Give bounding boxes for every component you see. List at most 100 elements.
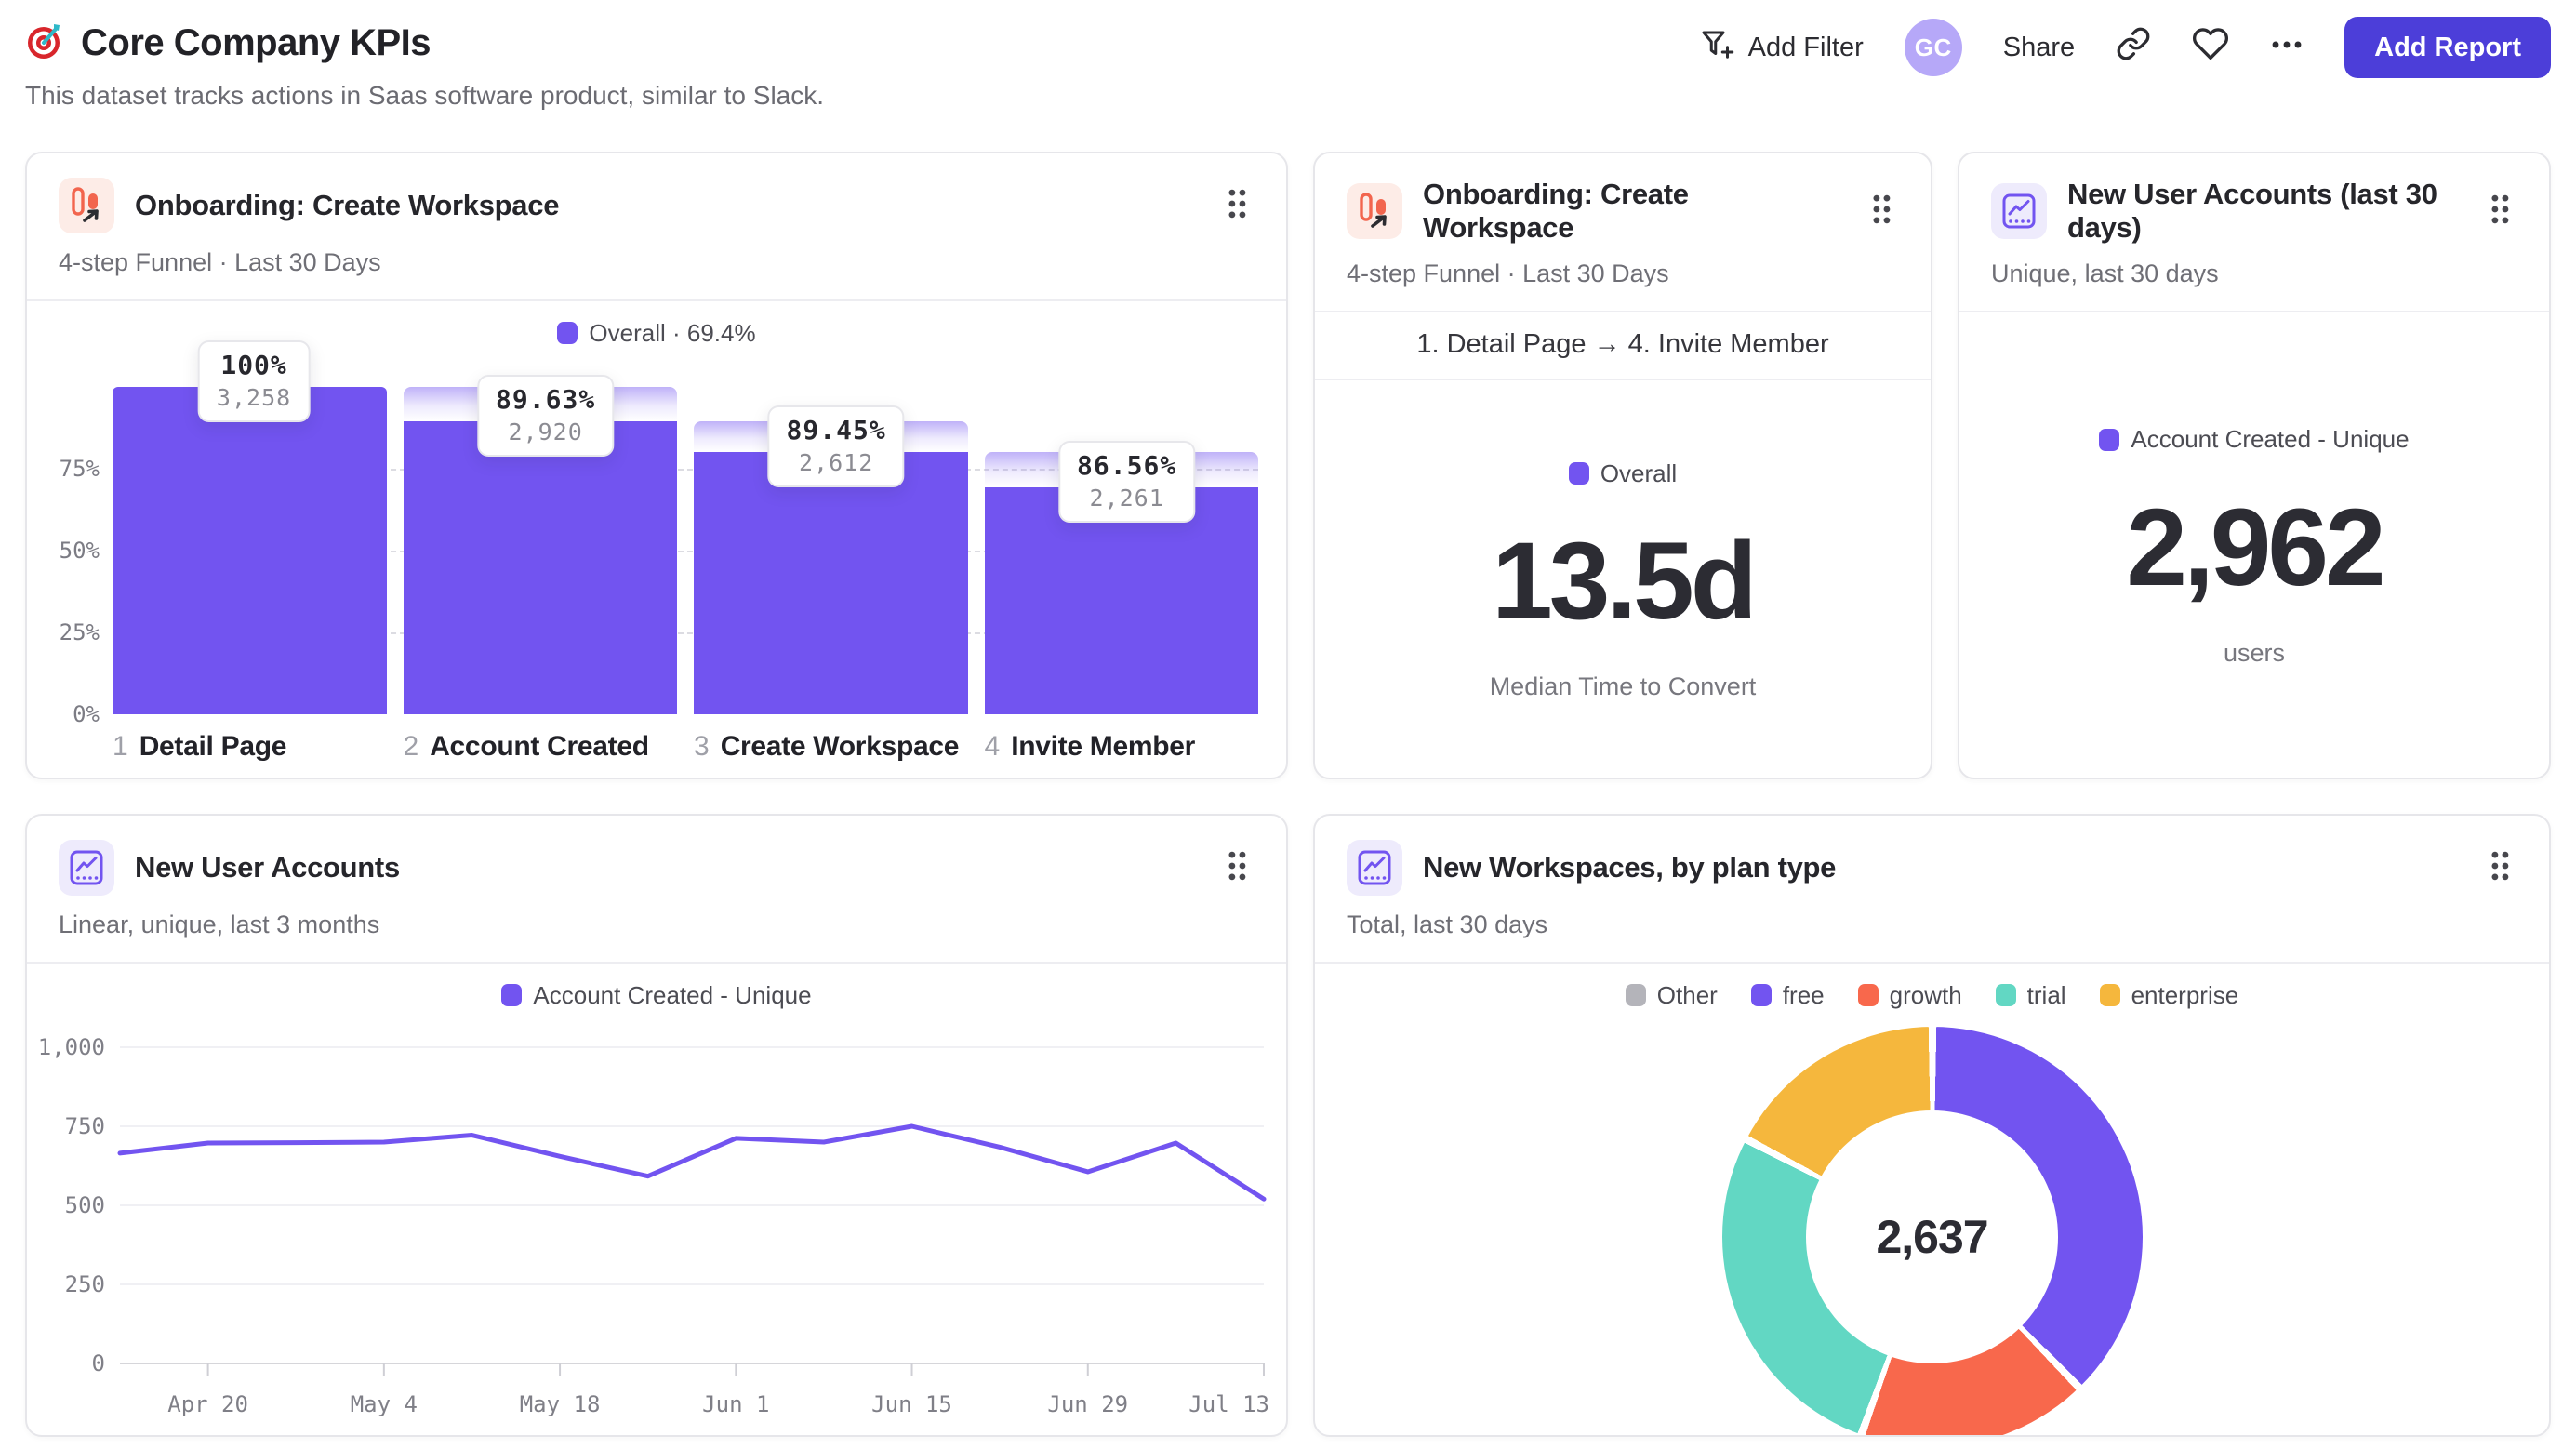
- favorite-button[interactable]: [2192, 25, 2229, 70]
- donut-total: 2,637: [1876, 1211, 1988, 1263]
- top-bar: Core Company KPIs This dataset tracks ac…: [0, 0, 2576, 152]
- page-title: Core Company KPIs: [81, 22, 432, 63]
- line-chart: 0 250 500 750 1,000 Apr 20 May 4 May 18 Jun 1 Jun…: [27, 1017, 1286, 1435]
- funnel-step-label: 3 Create Workspace: [694, 731, 968, 763]
- dashboard-page: Core Company KPIs This dataset tracks ac…: [0, 0, 2576, 1449]
- funnel-bar[interactable]: [694, 451, 968, 714]
- line-chart-legend: Account Created - Unique: [27, 978, 1286, 1012]
- donut-zone: 2,637: [1315, 1027, 2549, 1435]
- drag-handle-icon[interactable]: [2482, 844, 2517, 892]
- legend-swatch-icon: [1750, 984, 1772, 1006]
- funnel-tooltip: 89.45% 2,612: [767, 405, 905, 487]
- funnel-step-number: 3: [694, 731, 710, 762]
- y-tick-label: 1,000: [38, 1034, 105, 1060]
- card-subtitle: Unique, last 30 days: [1991, 259, 2219, 287]
- funnel-step-count: 3,258: [216, 384, 292, 411]
- legend-item[interactable]: Overall · 69.4%: [557, 318, 756, 348]
- funnel-column[interactable]: 89.45% 2,612: [694, 387, 968, 714]
- drag-handle-icon[interactable]: [1219, 182, 1255, 230]
- legend-swatch-icon: [1857, 984, 1879, 1006]
- legend-label: Other: [1656, 980, 1718, 1009]
- more-options-button[interactable]: [2270, 33, 2304, 63]
- add-report-button[interactable]: Add Report: [2344, 17, 2551, 78]
- funnel-tooltip: 100% 3,258: [197, 340, 311, 422]
- funnel-step-count: 2,920: [508, 418, 583, 445]
- legend-swatch-icon: [501, 984, 523, 1006]
- funnel-chart-body: Overall · 69.4% 0% 25% 50% 75% 100% 3,258 89.…: [27, 299, 1286, 778]
- metric-card-body: 1. Detail Page → 4. Invite Member Overal…: [1315, 311, 1931, 778]
- add-filter-button[interactable]: Add Filter: [1699, 27, 1864, 68]
- legend-item[interactable]: Overall: [1568, 459, 1678, 488]
- ellipsis-icon: [2270, 33, 2304, 63]
- funnel-step-pct: 89.63%: [496, 383, 596, 415]
- metric-value: 13.5d: [1492, 520, 1758, 643]
- funnel-step-number: 1: [113, 731, 128, 762]
- card-grid: Onboarding: Create Workspace 4-step Funn…: [0, 152, 2576, 1437]
- funnel-step-label: 1 Detail Page: [113, 731, 387, 763]
- funnel-step-pct: 100%: [220, 350, 287, 380]
- card-title: New User Accounts: [135, 851, 400, 884]
- line-series[interactable]: [117, 1123, 1267, 1202]
- funnel-step-count: 2,612: [798, 448, 874, 476]
- y-tick-label: 250: [65, 1271, 105, 1297]
- metric-block: Overall 13.5d Median Time to Convert: [1315, 380, 1931, 778]
- line-chart-icon: [59, 840, 114, 896]
- drag-handle-icon[interactable]: [1219, 844, 1255, 892]
- y-tick-label: 0: [92, 1350, 105, 1376]
- funnel-column[interactable]: 86.56% 2,261: [984, 387, 1258, 714]
- funnel-bar[interactable]: [403, 420, 677, 714]
- funnel-y-tick-label: 25%: [59, 619, 100, 645]
- funnel-column[interactable]: 100% 3,258: [113, 340, 387, 714]
- share-button[interactable]: Share: [2003, 33, 2075, 63]
- funnel-step-pct: 86.56%: [1077, 449, 1177, 481]
- metric-caption: Median Time to Convert: [1489, 672, 1757, 700]
- card-new-user-accounts-trend: New User Accounts Linear, unique, last 3…: [25, 814, 1288, 1437]
- legend-item[interactable]: free: [1750, 980, 1825, 1010]
- filter-plus-icon: [1699, 27, 1736, 68]
- line-chart-svg: 0 250 500 750 1,000 Apr 20 May 4 May 18 Jun 1 Jun…: [38, 1034, 1269, 1417]
- funnel-step-name: Invite Member: [1011, 731, 1196, 762]
- donut-legend: Other free growth trial enterprise: [1315, 978, 2549, 1012]
- card-subtitle: Total, last 30 days: [1347, 911, 1548, 938]
- legend-item[interactable]: growth: [1857, 981, 1962, 1010]
- add-filter-label: Add Filter: [1747, 32, 1864, 62]
- drag-handle-icon[interactable]: [2482, 188, 2517, 235]
- legend-item[interactable]: trial: [1995, 981, 2066, 1010]
- legend-label: Overall: [1600, 459, 1678, 487]
- legend-label: free: [1782, 980, 1825, 1009]
- y-tick-label: 750: [65, 1113, 105, 1139]
- legend-item[interactable]: Other: [1625, 980, 1718, 1010]
- copy-link-button[interactable]: [2116, 26, 2151, 69]
- funnel-plot: 100% 3,258 89.63% 2,920 89.45% 2,612 86.56% 2,2…: [113, 340, 1258, 714]
- funnel-tooltip: 89.63% 2,920: [477, 374, 615, 457]
- avatar[interactable]: GC: [1904, 19, 1962, 76]
- x-tick-label: Jul 13: [1188, 1391, 1269, 1417]
- funnel-y-tick-label: 0%: [73, 701, 100, 727]
- funnel-range-label: 1. Detail Page → 4. Invite Member: [1315, 312, 1931, 380]
- funnel-chart: 0% 25% 50% 75% 100% 3,258 89.63% 2,920 89.45% 2,…: [51, 340, 1258, 727]
- legend-label: Account Created - Unique: [2131, 425, 2410, 453]
- card-title: New User Accounts (last 30 days): [2067, 178, 2437, 244]
- funnel-column[interactable]: 89.63% 2,920: [403, 374, 677, 714]
- legend-label: enterprise: [2131, 980, 2239, 1009]
- funnel-bar[interactable]: [113, 387, 387, 714]
- legend-item[interactable]: Account Created - Unique: [2099, 425, 2410, 454]
- drag-handle-icon[interactable]: [1864, 188, 1899, 235]
- legend-label: Account Created - Unique: [533, 980, 812, 1009]
- card-new-user-accounts-30d: New User Accounts (last 30 days) Unique,…: [1958, 152, 2551, 779]
- metric-card-body: Account Created - Unique 2,962 users: [1959, 311, 2549, 778]
- donut-hole: 2,637: [1805, 1110, 2059, 1363]
- funnel-step-number: 4: [984, 731, 1001, 762]
- donut-chart[interactable]: 2,637: [1721, 1027, 2143, 1435]
- funnel-y-tick-label: 50%: [59, 538, 100, 564]
- legend-label: Overall · 69.4%: [589, 318, 756, 347]
- card-subtitle: 4-step Funnel · Last 30 Days: [1347, 259, 1669, 287]
- card-header: Onboarding: Create Workspace 4-step Funn…: [1315, 153, 1931, 311]
- page-subtitle: This dataset tracks actions in Saas soft…: [25, 81, 825, 110]
- card-onboarding-funnel: Onboarding: Create Workspace 4-step Funn…: [25, 152, 1288, 779]
- legend-item[interactable]: enterprise: [2099, 980, 2239, 1010]
- metric-caption: users: [2223, 638, 2286, 667]
- x-tick-label: Jun 15: [871, 1391, 952, 1417]
- funnel-step-pct: 89.45%: [786, 414, 886, 445]
- legend-item[interactable]: Account Created - Unique: [501, 980, 812, 1010]
